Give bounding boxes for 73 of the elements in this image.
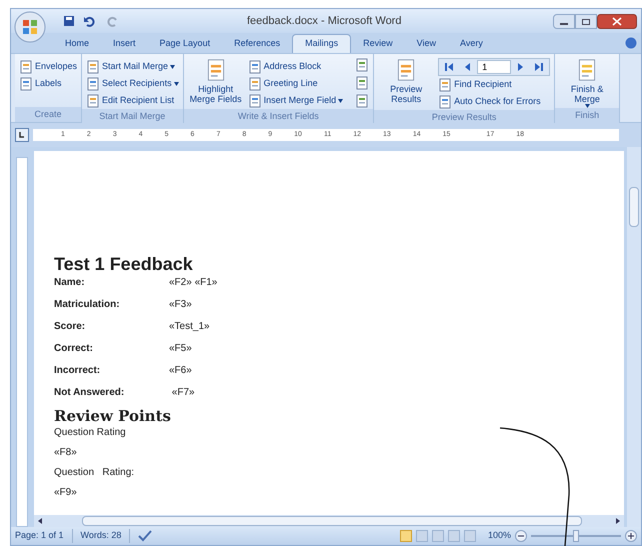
document-icon (19, 60, 33, 74)
document-icon (248, 76, 262, 90)
ribbon-tab[interactable]: References (222, 34, 292, 53)
ribbon-button[interactable]: Select Recipients (86, 75, 179, 92)
field-icon (355, 58, 370, 72)
ribbon-tab[interactable]: Insert (101, 34, 148, 53)
ribbon-large-button[interactable]: Preview Results (378, 58, 434, 104)
undo-icon[interactable] (83, 15, 95, 27)
ribbon-tab[interactable]: Mailings (292, 34, 352, 53)
ribbon-button[interactable]: Find Recipient (438, 76, 550, 93)
ribbon-button[interactable]: Address Block (248, 58, 344, 75)
document-text: Question Rating: (54, 466, 134, 480)
ribbon-button[interactable]: Edit Recipient List (86, 92, 179, 109)
ribbon-button[interactable]: Greeting Line (248, 75, 344, 92)
field-icon (355, 94, 370, 108)
zoom-in-icon[interactable] (625, 530, 637, 542)
document-subheading: Review Points (54, 407, 172, 425)
group-label: Finish (555, 108, 620, 124)
field-label: Not Answered: (54, 386, 126, 400)
ribbon-button[interactable]: Start Mail Merge (86, 58, 179, 75)
zoom-level: 100% (488, 529, 511, 542)
zoom-slider-thumb[interactable] (573, 530, 579, 542)
document-icon (86, 94, 100, 108)
page-count: Page: 1 of 1 (15, 529, 73, 543)
document-text: «F8» (54, 446, 77, 460)
tab-selector-icon[interactable] (15, 128, 29, 142)
merge-field: «F5» (169, 341, 192, 356)
document-heading: Test 1 Feedback (54, 253, 194, 275)
document-icon (248, 94, 262, 108)
save-icon[interactable] (63, 15, 75, 27)
ribbon-button[interactable]: Envelopes (19, 58, 78, 75)
field-label: Name: (54, 276, 86, 290)
ribbon-tab[interactable]: Home (53, 34, 102, 53)
ribbon-button[interactable]: Insert Merge Field (248, 92, 344, 109)
group-label: Create (15, 106, 82, 122)
scrollbar-thumb[interactable] (82, 516, 582, 526)
ribbon-button[interactable]: Labels (19, 75, 78, 92)
record-field[interactable]: 1 (477, 60, 512, 74)
document-icon (19, 76, 33, 90)
document-icon (438, 78, 452, 92)
ribbon-button[interactable]: Auto Check for Errors (438, 93, 550, 110)
checkmark-icon[interactable] (138, 530, 152, 542)
first-record-icon[interactable] (444, 62, 454, 72)
ribbon-tab[interactable]: Review (351, 34, 405, 53)
merge-field: «Test_1» (169, 319, 210, 334)
field-label: Correct: (54, 342, 94, 356)
merge-field: «F3» (169, 297, 192, 312)
document-text: Question Rating (54, 426, 126, 440)
field-label: Score: (54, 320, 86, 334)
ribbon-tab[interactable]: View (404, 34, 448, 53)
merge-field: «F2» «F1» (169, 275, 218, 290)
document-text: «F9» (54, 486, 77, 500)
ribbon-tab[interactable]: Page Layout (148, 34, 222, 53)
zoom-out-icon[interactable] (515, 530, 527, 542)
zoom-slider[interactable] (531, 530, 621, 542)
document-icon (438, 94, 452, 108)
minimize-button[interactable] (553, 14, 575, 28)
field-label: Matriculation: (54, 298, 121, 312)
merge-field: «F7» (169, 385, 195, 400)
merge-field: «F6» (169, 363, 192, 378)
field-label: Incorrect: (54, 364, 102, 378)
ribbon-large-button[interactable]: Finish & Merge (559, 58, 616, 108)
document-icon (86, 76, 100, 90)
maximize-button[interactable] (575, 14, 597, 28)
document-icon (86, 60, 100, 74)
last-record-icon[interactable] (534, 62, 544, 72)
field-icon (355, 76, 370, 90)
document-icon (248, 60, 262, 74)
ribbon-large-button[interactable]: Highlight Merge Fields (188, 58, 244, 104)
window-title: feedback.docx - Microsoft Word (247, 14, 402, 29)
close-button[interactable] (597, 14, 637, 28)
ribbon-tab[interactable]: Avery (448, 34, 495, 53)
word-count: Words: 28 (72, 529, 130, 543)
